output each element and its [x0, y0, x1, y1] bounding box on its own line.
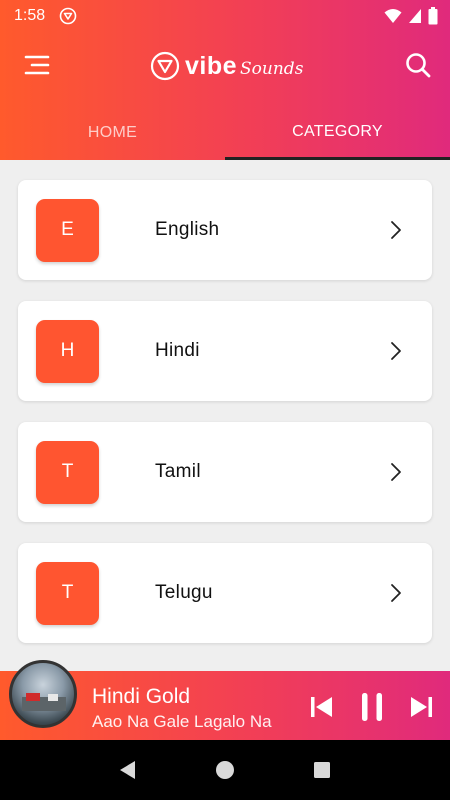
- category-item-tamil[interactable]: T Tamil: [18, 422, 432, 522]
- skip-previous-icon[interactable]: [309, 693, 335, 721]
- album-art-car: [26, 693, 40, 701]
- vibe-notification-icon: [59, 7, 77, 25]
- album-art-car: [48, 694, 58, 701]
- category-name: Tamil: [155, 461, 201, 482]
- category-list: E English H Hindi T Tamil T Telugu: [18, 180, 432, 664]
- status-bar: 1:58: [0, 0, 450, 32]
- status-indicators: [384, 7, 438, 25]
- system-nav-bar: [0, 740, 450, 800]
- category-letter-badge: E: [36, 198, 99, 262]
- chevron-right-icon: [391, 342, 401, 360]
- tab-bar: HOME CATEGORY: [0, 106, 450, 160]
- chevron-right-icon: [391, 463, 401, 481]
- app-header: 1:58 vibe Sounds HOME CATEGORY: [0, 0, 450, 160]
- wifi-icon: [384, 9, 402, 23]
- pause-icon[interactable]: [360, 691, 384, 723]
- player-subtitle: Aao Na Gale Lagalo Na: [92, 712, 272, 731]
- back-icon[interactable]: [117, 759, 139, 781]
- chevron-right-icon: [391, 221, 401, 239]
- tab-category[interactable]: CATEGORY: [225, 106, 450, 160]
- category-name: Telugu: [155, 582, 213, 603]
- search-icon[interactable]: [404, 51, 432, 79]
- vibe-logo-icon: [150, 51, 180, 81]
- status-time: 1:58: [14, 7, 46, 24]
- toolbar: vibe Sounds: [0, 40, 450, 90]
- tab-home[interactable]: HOME: [0, 106, 225, 160]
- category-letter-badge: T: [36, 561, 99, 625]
- album-art[interactable]: [9, 660, 77, 728]
- cell-signal-icon: [409, 9, 421, 23]
- brand-tagline: Sounds: [240, 59, 304, 79]
- home-icon[interactable]: [214, 759, 236, 781]
- recents-icon[interactable]: [311, 759, 333, 781]
- category-item-english[interactable]: E English: [18, 180, 432, 280]
- brand-logo: vibe Sounds: [150, 48, 303, 84]
- category-item-hindi[interactable]: H Hindi: [18, 301, 432, 401]
- player-title: Hindi Gold: [92, 685, 191, 708]
- menu-icon[interactable]: [22, 52, 50, 78]
- battery-icon: [428, 7, 438, 25]
- category-letter-badge: T: [36, 440, 99, 504]
- skip-next-icon[interactable]: [408, 693, 434, 721]
- chevron-right-icon: [391, 584, 401, 602]
- category-item-telugu[interactable]: T Telugu: [18, 543, 432, 643]
- category-letter-badge: H: [36, 319, 99, 383]
- category-name: Hindi: [155, 340, 200, 361]
- brand-name: vibe: [185, 51, 238, 80]
- category-name: English: [155, 219, 220, 240]
